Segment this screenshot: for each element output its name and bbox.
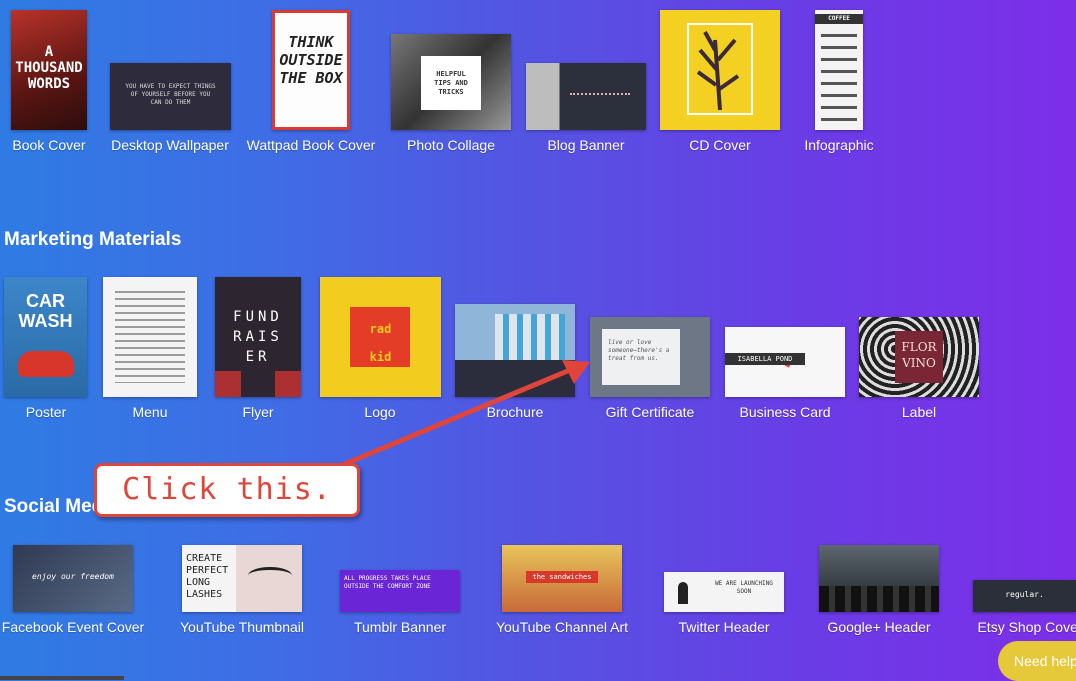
desktop-wallpaper-label: Desktop Wallpaper [111, 137, 229, 153]
brochure-people [495, 314, 565, 360]
tumblr-banner-label: Tumblr Banner [353, 619, 447, 635]
etsy-thumb-text: regular. [1005, 590, 1044, 599]
desktop-wallpaper-thumb-text: YOU HAVE TO EXPECT THINGS OF YOURSELF BE… [125, 83, 216, 106]
brochure-label: Brochure [486, 404, 544, 420]
label-thumbnail[interactable]: FLOR VINO [859, 317, 979, 397]
rocket-icon [678, 582, 688, 604]
trees-silhouette [819, 586, 939, 612]
wattpad-thumb-text: THINK OUTSIDE THE BOX [279, 33, 343, 87]
flyer-thumbnail[interactable]: FUND RAIS ER [215, 277, 301, 397]
cd-cover-label: CD Cover [689, 137, 751, 153]
marketing-materials-heading: Marketing Materials [4, 229, 182, 250]
youtube-thumbnail-thumb-text: CREATE PERFECT LONG LASHES [186, 553, 229, 600]
click-this-callout: Click this. [94, 463, 360, 517]
blog-banner-dots [570, 93, 630, 95]
logo-thumb-text: rad kid [369, 322, 392, 364]
twitter-thumb-text: WE ARE LAUNCHING SOON [715, 580, 773, 595]
blog-banner-label: Blog Banner [547, 137, 625, 153]
menu-lines [115, 291, 185, 383]
google-plus-header-thumbnail[interactable] [819, 545, 939, 612]
gift-certificate-label: Gift Certificate [605, 404, 695, 420]
facebook-thumb-text: enjoy our freedom [32, 572, 114, 581]
etsy-shop-cover-label: Etsy Shop Cover [977, 619, 1076, 635]
gift-certificate-thumb-text: live or love someone—there's a treat fro… [608, 339, 670, 362]
need-help-button[interactable]: Need help? [998, 641, 1076, 681]
twitter-header-thumbnail[interactable]: WE ARE LAUNCHING SOON [664, 572, 784, 612]
book-cover-label: Book Cover [12, 137, 86, 153]
facebook-event-cover-label: Facebook Event Cover [1, 619, 145, 635]
infographic-label: Infographic [804, 137, 874, 153]
menu-thumbnail[interactable] [103, 277, 197, 397]
gift-certificate-thumbnail[interactable]: live or love someone—there's a treat fro… [590, 317, 710, 397]
youtube-thumbnail-thumbnail[interactable]: CREATE PERFECT LONG LASHES [182, 545, 302, 612]
wattpad-book-cover-thumbnail[interactable]: THINK OUTSIDE THE BOX [272, 10, 350, 130]
menu-label: Menu [132, 404, 168, 420]
cd-cover-thumbnail[interactable] [660, 10, 780, 130]
flyer-label: Flyer [242, 404, 274, 420]
poster-thumb-text: CAR WASH [18, 291, 73, 331]
poster-label: Poster [25, 404, 67, 420]
label-thumb-text: FLOR VINO [901, 340, 937, 370]
book-cover-thumbnail[interactable]: A THOUSAND WORDS [11, 10, 87, 130]
blog-banner-thumbnail[interactable] [526, 63, 646, 130]
facebook-event-cover-thumbnail[interactable]: enjoy our freedom [13, 545, 133, 612]
car-icon [18, 351, 74, 377]
brochure-thumbnail[interactable] [455, 304, 575, 397]
twitter-header-label: Twitter Header [678, 619, 770, 635]
etsy-shop-cover-thumbnail[interactable]: regular. [973, 580, 1076, 612]
flyer-splatter [215, 371, 301, 397]
tumblr-thumb-text: ALL PROGRESS TAKES PLACE OUTSIDE THE COM… [344, 575, 431, 590]
infographic-rows [821, 34, 857, 124]
flyer-thumb-text: FUND RAIS ER [233, 309, 283, 365]
photo-collage-label: Photo Collage [407, 137, 495, 153]
plant-icon [687, 23, 753, 115]
label-label: Label [901, 404, 937, 420]
poster-thumbnail[interactable]: CAR WASH [4, 277, 87, 397]
infographic-thumb-text: COFFEE [815, 14, 863, 24]
desktop-wallpaper-thumbnail[interactable]: YOU HAVE TO EXPECT THINGS OF YOURSELF BE… [110, 63, 231, 130]
business-card-label: Business Card [739, 404, 831, 420]
eye-icon [248, 567, 292, 584]
photo-collage-thumb-text: HELPFUL TIPS AND TRICKS [434, 70, 468, 96]
wattpad-book-cover-label: Wattpad Book Cover [246, 137, 376, 153]
logo-thumbnail[interactable]: rad kid [320, 277, 441, 397]
photo-collage-thumbnail[interactable]: HELPFUL TIPS AND TRICKS [391, 34, 511, 130]
youtube-thumbnail-label: YouTube Thumbnail [179, 619, 305, 635]
youtube-channel-art-thumbnail[interactable]: the sandwiches [502, 545, 622, 612]
book-cover-thumb-text: A THOUSAND WORDS [15, 44, 83, 92]
tumblr-banner-thumbnail[interactable]: ALL PROGRESS TAKES PLACE OUTSIDE THE COM… [340, 570, 460, 612]
bottom-scrollbar[interactable] [0, 676, 124, 680]
youtube-channel-art-thumb-text: the sandwiches [526, 571, 598, 583]
business-card-thumb-text: ISABELLA POND [725, 353, 805, 365]
business-card-thumbnail[interactable]: ISABELLA POND [725, 327, 845, 397]
logo-label: Logo [364, 404, 396, 420]
google-plus-header-label: Google+ Header [827, 619, 931, 635]
infographic-thumbnail[interactable]: COFFEE [815, 10, 863, 130]
youtube-channel-art-label: YouTube Channel Art [495, 619, 629, 635]
